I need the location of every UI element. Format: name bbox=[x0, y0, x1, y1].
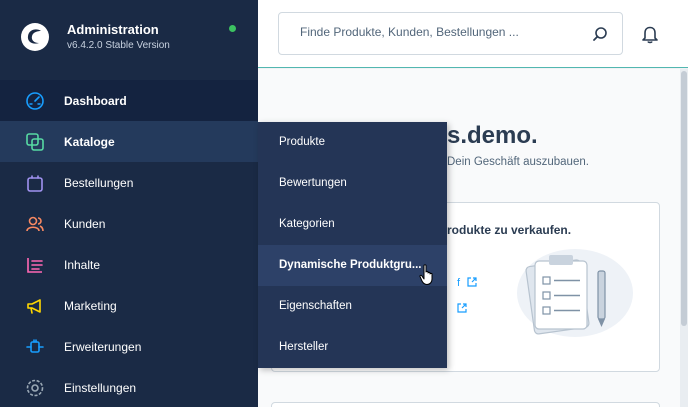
search-icon[interactable] bbox=[592, 26, 608, 42]
settings-icon bbox=[26, 379, 44, 397]
welcome-title: s.demo. bbox=[447, 122, 538, 149]
bell-icon[interactable] bbox=[640, 24, 660, 44]
sidebar-item-label: Kunden bbox=[64, 217, 106, 231]
catalog-flyout-menu: Produkte Bewertungen Kategorien Dynamisc… bbox=[258, 122, 447, 368]
sidebar-item-marketing[interactable]: Marketing bbox=[0, 285, 258, 326]
sidebar-item-label: Erweiterungen bbox=[64, 340, 142, 354]
top-header bbox=[258, 0, 688, 68]
scrollbar-thumb[interactable] bbox=[681, 71, 687, 326]
app-version: v6.4.2.0 Stable Version bbox=[67, 40, 170, 51]
sidebar-item-label: Marketing bbox=[64, 299, 117, 313]
catalog-icon bbox=[26, 133, 44, 151]
brand-header: Administration v6.4.2.0 Stable Version bbox=[0, 0, 258, 80]
extensions-icon bbox=[26, 339, 44, 353]
scrollbar[interactable] bbox=[680, 69, 688, 407]
card-link[interactable]: f bbox=[457, 277, 477, 289]
sidebar-item-content[interactable]: Inhalte bbox=[0, 244, 258, 285]
main-navigation: Dashboard Kataloge Bestellungen Kunden I… bbox=[0, 80, 258, 407]
flyout-item-label: Hersteller bbox=[279, 341, 329, 353]
orders-icon bbox=[27, 175, 43, 192]
sidebar-item-orders[interactable]: Bestellungen bbox=[0, 162, 258, 203]
sidebar-item-settings[interactable]: Einstellungen bbox=[0, 367, 258, 407]
card-link[interactable] bbox=[457, 303, 467, 315]
shopware-logo-icon[interactable] bbox=[20, 22, 50, 52]
external-link-icon[interactable] bbox=[467, 277, 477, 287]
sidebar-item-customers[interactable]: Kunden bbox=[0, 203, 258, 244]
flyout-item-label: Dynamische Produktgru... bbox=[279, 259, 422, 271]
sidebar-item-label: Kataloge bbox=[64, 135, 115, 149]
flyout-item-reviews[interactable]: Bewertungen bbox=[258, 163, 447, 204]
content-icon bbox=[27, 258, 43, 273]
card-link-text[interactable]: f bbox=[457, 277, 460, 289]
sidebar-item-label: Bestellungen bbox=[64, 176, 134, 190]
sidebar-item-label: Dashboard bbox=[64, 94, 127, 108]
card-title: rodukte zu verkaufen. bbox=[447, 223, 572, 237]
flyout-item-label: Kategorien bbox=[279, 218, 335, 230]
hand-cursor-icon bbox=[419, 264, 433, 285]
marketing-icon bbox=[27, 299, 41, 314]
flyout-item-products[interactable]: Produkte bbox=[258, 122, 447, 163]
sidebar-item-catalogs[interactable]: Kataloge bbox=[0, 121, 258, 162]
sidebar-item-dashboard[interactable]: Dashboard bbox=[0, 80, 258, 121]
sidebar-item-extensions[interactable]: Erweiterungen bbox=[0, 326, 258, 367]
sidebar-item-label: Einstellungen bbox=[64, 381, 137, 395]
welcome-subtitle: Dein Geschäft auszubauen. bbox=[447, 156, 589, 168]
flyout-item-label: Bewertungen bbox=[279, 177, 347, 189]
sidebar-item-label: Inhalte bbox=[64, 258, 101, 272]
customers-icon bbox=[26, 216, 44, 232]
flyout-item-manufacturers[interactable]: Hersteller bbox=[258, 327, 447, 368]
sidebar: Administration v6.4.2.0 Stable Version D… bbox=[0, 0, 258, 407]
dashboard-icon bbox=[26, 92, 44, 110]
search-input[interactable] bbox=[300, 25, 580, 39]
global-search[interactable] bbox=[278, 12, 623, 55]
flyout-item-categories[interactable]: Kategorien bbox=[258, 204, 447, 245]
clipboard-illustration-icon bbox=[517, 249, 633, 337]
app-title: Administration bbox=[67, 22, 159, 37]
external-link-icon[interactable] bbox=[457, 303, 467, 313]
secondary-card bbox=[271, 402, 660, 407]
flyout-item-label: Produkte bbox=[279, 136, 326, 148]
flyout-item-properties[interactable]: Eigenschaften bbox=[258, 286, 447, 327]
flyout-item-label: Eigenschaften bbox=[279, 300, 352, 312]
status-indicator bbox=[229, 25, 236, 32]
